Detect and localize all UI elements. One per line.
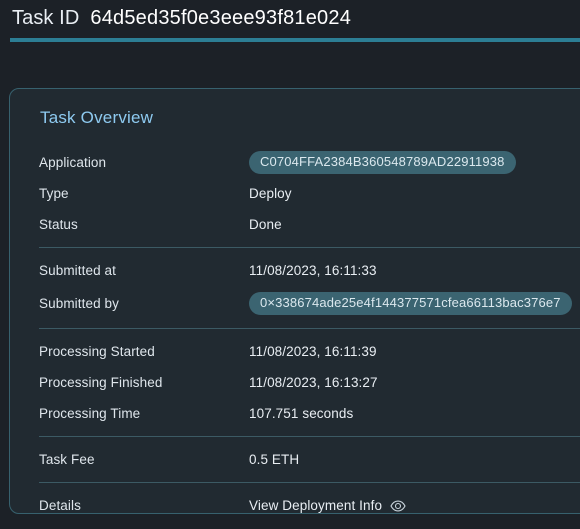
task-overview-card: Task Overview Application C0704FFA2384B3… bbox=[9, 88, 580, 514]
eye-icon[interactable] bbox=[390, 500, 406, 512]
section-divider-2 bbox=[39, 328, 580, 329]
detail-value-submitted-at: 11/08/2023, 16:11:33 bbox=[249, 263, 377, 278]
section-divider-4 bbox=[39, 482, 580, 483]
detail-value-processing-finished: 11/08/2023, 16:13:27 bbox=[249, 375, 378, 390]
detail-value-processing-started: 11/08/2023, 16:11:39 bbox=[249, 344, 377, 359]
detail-row-processing-started: Processing Started 11/08/2023, 16:11:39 bbox=[10, 336, 580, 367]
detail-row-processing-finished: Processing Finished 11/08/2023, 16:13:27 bbox=[10, 367, 580, 398]
detail-value-task-fee: 0.5 ETH bbox=[249, 452, 300, 467]
task-detail-list: Application C0704FFA2384B360548789AD2291… bbox=[10, 147, 580, 513]
header-accent-bar bbox=[10, 38, 580, 42]
detail-value-type: Deploy bbox=[249, 186, 292, 201]
card-title: Task Overview bbox=[40, 108, 154, 127]
detail-row-submitted-by: Submitted by 0×338674ade25e4f144377571cf… bbox=[10, 286, 580, 321]
application-id-chip[interactable]: C0704FFA2384B360548789AD22911938 bbox=[249, 151, 516, 174]
detail-row-status: Status Done bbox=[10, 209, 580, 240]
task-id-value: 64d5ed35f0e3eee93f81e024 bbox=[90, 7, 352, 29]
detail-label-processing-finished: Processing Finished bbox=[39, 375, 163, 390]
detail-row-type: Type Deploy bbox=[10, 178, 580, 209]
detail-row-details: Details View Deployment Info bbox=[10, 490, 580, 513]
detail-label-details: Details bbox=[39, 498, 81, 513]
page-header: Task ID 64d5ed35f0e3eee93f81e024 bbox=[0, 0, 580, 42]
detail-value-submitted-by: 0×338674ade25e4f144377571cfea66113bac376… bbox=[249, 292, 572, 315]
detail-label-processing-started: Processing Started bbox=[39, 344, 155, 359]
task-id-header: Task ID 64d5ed35f0e3eee93f81e024 bbox=[0, 0, 580, 30]
detail-row-processing-time: Processing Time 107.751 seconds bbox=[10, 398, 580, 429]
detail-value-application: C0704FFA2384B360548789AD22911938 bbox=[249, 151, 516, 174]
detail-label-submitted-at: Submitted at bbox=[39, 263, 116, 278]
detail-label-processing-time: Processing Time bbox=[39, 406, 141, 421]
detail-label-submitted-by: Submitted by bbox=[39, 296, 119, 311]
detail-row-submitted-at: Submitted at 11/08/2023, 16:11:33 bbox=[10, 255, 580, 286]
detail-value-processing-time: 107.751 seconds bbox=[249, 406, 354, 421]
section-divider-1 bbox=[39, 247, 580, 248]
task-id-label: Task ID bbox=[12, 7, 80, 29]
view-deployment-info-link[interactable]: View Deployment Info bbox=[249, 498, 382, 513]
detail-value-details: View Deployment Info bbox=[249, 498, 406, 513]
section-divider-3 bbox=[39, 436, 580, 437]
submitter-address-chip[interactable]: 0×338674ade25e4f144377571cfea66113bac376… bbox=[249, 292, 572, 315]
detail-row-task-fee: Task Fee 0.5 ETH bbox=[10, 444, 580, 475]
detail-row-application: Application C0704FFA2384B360548789AD2291… bbox=[10, 147, 580, 178]
detail-label-task-fee: Task Fee bbox=[39, 452, 95, 467]
detail-label-application: Application bbox=[39, 155, 107, 170]
detail-label-type: Type bbox=[39, 186, 69, 201]
detail-value-status: Done bbox=[249, 217, 282, 232]
detail-label-status: Status bbox=[39, 217, 78, 232]
